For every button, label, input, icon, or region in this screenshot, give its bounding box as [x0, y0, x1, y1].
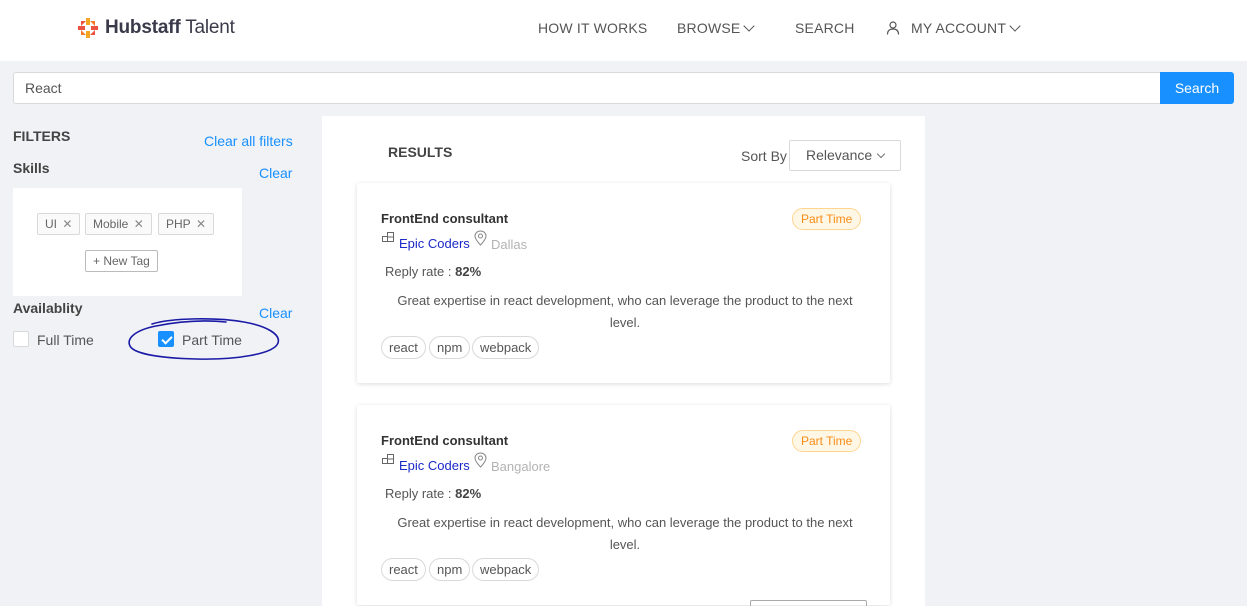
filters-title: FILTERS — [13, 128, 71, 144]
clear-availability-link[interactable]: Clear — [259, 305, 292, 321]
skill-tag-mobile[interactable]: Mobile ✕ — [85, 213, 152, 235]
results-title: RESULTS — [388, 144, 453, 160]
skill-chip[interactable]: npm — [429, 336, 471, 359]
skill-tag-ui[interactable]: UI ✕ — [37, 213, 81, 235]
new-tag-label: New Tag — [103, 254, 150, 268]
skills-tag-box: UI ✕ Mobile ✕ PHP ✕ + New Tag — [13, 188, 242, 296]
location-pin-icon — [474, 452, 487, 468]
close-icon[interactable]: ✕ — [130, 217, 144, 231]
skills-title: Skills — [13, 160, 50, 176]
search-button[interactable]: Search — [1160, 72, 1234, 104]
nav-browse-label: BROWSE — [677, 20, 741, 36]
job-description: Great expertise in react development, wh… — [397, 515, 853, 552]
new-tag-button[interactable]: + New Tag — [85, 250, 158, 272]
company-link[interactable]: Epic Coders — [399, 458, 470, 473]
nav-search-label: SEARCH — [795, 20, 855, 36]
job-title[interactable]: FrontEnd consultant — [381, 433, 508, 448]
results-panel: RESULTS Sort By Relevance FrontEnd consu… — [322, 116, 925, 606]
sort-value: Relevance — [806, 147, 873, 163]
skill-chip[interactable]: webpack — [472, 336, 540, 359]
chevron-down-icon — [1009, 19, 1021, 32]
full-time-label[interactable]: Full Time — [37, 332, 94, 348]
status-badge: Part Time — [792, 208, 862, 230]
clear-all-filters-link[interactable]: Clear all filters — [204, 133, 293, 149]
chevron-down-icon — [743, 19, 756, 32]
nav-how-it-works-label: HOW IT WORKS — [538, 20, 648, 36]
reply-rate: Reply rate : 82% — [385, 486, 482, 501]
nav-my-account-label: MY ACCOUNT — [911, 20, 1007, 36]
brand-logo[interactable]: Hubstaff Talent — [77, 17, 235, 39]
part-time-label[interactable]: Part Time — [182, 332, 242, 348]
nav-search[interactable]: SEARCH — [795, 20, 855, 36]
skill-chip[interactable]: npm — [429, 558, 471, 581]
result-card[interactable]: FrontEnd consultant Part Time Epic Coder… — [357, 183, 890, 383]
company-link[interactable]: Epic Coders — [399, 236, 470, 251]
skill-tag-label: PHP — [166, 217, 191, 231]
pagination-select[interactable] — [750, 600, 867, 606]
close-icon[interactable]: ✕ — [193, 217, 206, 231]
part-time-checkbox[interactable] — [158, 331, 174, 347]
job-description: Great expertise in react development, wh… — [397, 293, 853, 330]
skill-tag-php[interactable]: PHP ✕ — [158, 213, 215, 235]
close-icon[interactable]: ✕ — [59, 217, 72, 231]
result-card[interactable]: FrontEnd consultant Part Time Epic Coder… — [357, 405, 890, 605]
skill-tag-label: Mobile — [93, 217, 129, 231]
company-icon — [382, 232, 394, 242]
availability-title: Availablity — [13, 300, 83, 316]
chevron-down-icon — [876, 149, 886, 159]
job-title[interactable]: FrontEnd consultant — [381, 211, 508, 226]
user-icon — [886, 21, 900, 35]
search-input[interactable] — [13, 72, 1161, 104]
clear-skills-link[interactable]: Clear — [259, 165, 292, 181]
sort-by-label: Sort By — [741, 148, 787, 164]
company-icon — [382, 454, 394, 464]
skill-chip[interactable]: react — [381, 336, 426, 359]
hubstaff-logo-icon — [78, 18, 98, 38]
nav-browse[interactable]: BROWSE — [677, 19, 756, 36]
plus-icon: + — [93, 254, 104, 268]
skill-tag-label: UI — [45, 217, 57, 231]
skill-chip[interactable]: webpack — [472, 558, 540, 581]
sort-select[interactable]: Relevance — [789, 140, 901, 171]
nav-how-it-works[interactable]: HOW IT WORKS — [538, 20, 647, 36]
nav-my-account[interactable]: MY ACCOUNT — [886, 19, 1021, 36]
reply-rate: Reply rate : 82% — [385, 264, 482, 279]
status-badge: Part Time — [792, 430, 862, 452]
top-navbar: Hubstaff Talent HOW IT WORKS BROWSE SEAR… — [0, 0, 1247, 61]
full-time-checkbox[interactable] — [13, 331, 29, 347]
location-pin-icon — [474, 230, 487, 246]
skill-chip[interactable]: react — [381, 558, 426, 581]
job-location: Dallas — [491, 237, 528, 252]
job-location: Bangalore — [491, 459, 551, 474]
brand-name: Hubstaff Talent — [105, 17, 235, 38]
